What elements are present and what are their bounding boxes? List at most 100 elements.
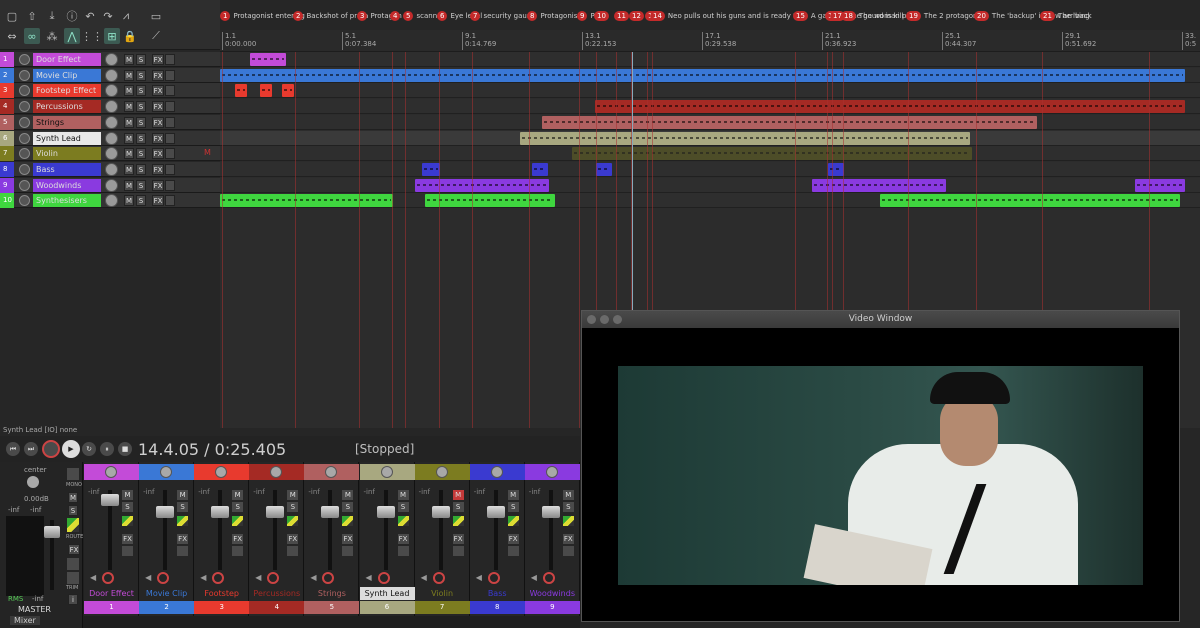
redo-icon[interactable]: ↷ — [100, 8, 116, 24]
fx-button[interactable]: FX — [152, 85, 164, 97]
pan-knob[interactable] — [545, 466, 558, 478]
auto-crossfade-icon[interactable]: ⊞ — [104, 28, 120, 44]
volume-fader[interactable] — [156, 506, 175, 518]
env-button[interactable] — [165, 69, 175, 81]
import-icon[interactable]: ⇧ — [24, 8, 40, 24]
env-button[interactable] — [452, 546, 464, 556]
track-header[interactable]: 10 Synthesisers M S FX — [0, 193, 220, 209]
record-arm-button[interactable] — [19, 163, 30, 175]
region-marker[interactable]: 7 security gaurd — [470, 10, 534, 22]
speaker-icon[interactable]: ◀ — [531, 573, 537, 582]
volume-fader[interactable] — [431, 506, 450, 518]
region-marker[interactable]: 19 The 2 protagonis — [906, 10, 983, 22]
pan-knob[interactable] — [380, 466, 393, 478]
volume-fader[interactable] — [266, 506, 285, 518]
track-header[interactable]: 5 Strings M S FX — [0, 114, 220, 130]
mute-button[interactable]: M — [124, 85, 134, 97]
record-arm-button[interactable] — [19, 54, 30, 65]
track-header[interactable]: 9 Woodwinds M S FX — [0, 177, 220, 193]
track-header[interactable]: 3 Footstep Effect M S FX — [0, 83, 220, 99]
solo-button[interactable]: S — [136, 85, 146, 97]
mute-button[interactable]: M — [124, 69, 134, 81]
master-trim-icon[interactable] — [67, 572, 79, 584]
trim-tool-icon[interactable]: ⟋ — [148, 28, 164, 44]
speaker-icon[interactable]: ◀ — [366, 573, 372, 582]
media-item[interactable] — [1135, 178, 1185, 192]
fx-button[interactable]: FX — [562, 534, 574, 544]
undo-icon[interactable]: ↶ — [82, 8, 98, 24]
mute-button[interactable]: M — [232, 490, 244, 500]
env-button[interactable] — [397, 546, 409, 556]
env-button[interactable] — [165, 195, 175, 207]
track-name[interactable]: Synth Lead — [33, 131, 101, 145]
mute-button[interactable]: M — [124, 54, 134, 65]
record-arm-button[interactable] — [19, 148, 30, 160]
record-arm-button[interactable] — [542, 572, 555, 584]
solo-button[interactable]: S — [136, 69, 146, 81]
volume-fader[interactable] — [376, 506, 395, 518]
media-item[interactable] — [235, 84, 247, 98]
solo-button[interactable]: S — [452, 502, 464, 512]
env-button[interactable] — [122, 546, 133, 556]
volume-knob[interactable] — [105, 147, 118, 161]
mute-button[interactable]: M — [124, 148, 134, 160]
metronome-icon[interactable]: ⩘ — [118, 8, 134, 24]
fx-button[interactable]: FX — [287, 534, 299, 544]
solo-button[interactable]: S — [122, 502, 133, 512]
track-lane[interactable] — [220, 114, 1200, 130]
volume-knob[interactable] — [105, 84, 118, 98]
new-file-icon[interactable]: ▢ — [4, 8, 20, 24]
volume-knob[interactable] — [105, 68, 118, 82]
region-marker[interactable]: 5 scann — [403, 10, 437, 22]
go-to-end-icon[interactable]: ⏭ — [24, 442, 38, 456]
go-to-start-icon[interactable]: ⏮ — [6, 442, 20, 456]
fx-button[interactable]: FX — [507, 534, 519, 544]
solo-button[interactable]: S — [232, 502, 244, 512]
mute-button[interactable]: M — [124, 132, 134, 144]
track-name[interactable]: Bass — [33, 162, 101, 176]
volume-knob[interactable] — [105, 53, 118, 66]
volume-knob[interactable] — [105, 162, 118, 176]
maximize-icon[interactable] — [613, 315, 622, 324]
record-arm-button[interactable] — [19, 179, 30, 191]
media-item[interactable] — [250, 53, 286, 66]
env-button[interactable] — [165, 116, 175, 128]
info-icon[interactable]: ⓘ — [64, 8, 80, 24]
timecode-display[interactable]: 14.4.05 / 0:25.405 — [138, 440, 286, 459]
volume-fader[interactable] — [101, 494, 119, 506]
mute-button[interactable]: M — [287, 490, 299, 500]
solo-button[interactable]: S — [136, 163, 146, 175]
pan-knob[interactable] — [435, 466, 448, 478]
track-name[interactable]: Movie Clip — [33, 68, 101, 82]
media-item[interactable] — [282, 84, 294, 98]
solo-button[interactable]: S — [136, 195, 146, 207]
route-icon[interactable] — [507, 516, 519, 526]
envelope-icon[interactable]: ⋀ — [64, 28, 80, 44]
ripple-icon[interactable]: ⇔ — [4, 28, 20, 44]
env-button[interactable] — [232, 546, 244, 556]
strip-name[interactable]: Synth Lead — [359, 587, 415, 600]
track-name[interactable]: Violin — [33, 147, 101, 161]
track-name[interactable]: Door Effect — [33, 53, 101, 66]
track-lane[interactable] — [220, 146, 1200, 162]
fx-button[interactable]: FX — [152, 179, 164, 191]
mute-button[interactable]: M — [562, 490, 574, 500]
solo-button[interactable]: S — [342, 502, 354, 512]
route-icon[interactable] — [452, 516, 464, 526]
master-fx-button[interactable]: FX — [68, 544, 80, 555]
mute-button[interactable]: M — [124, 163, 134, 175]
mixer-tab[interactable]: Mixer — [10, 616, 40, 625]
media-item[interactable] — [425, 194, 555, 208]
track-lane[interactable] — [220, 177, 1200, 193]
record-arm-button[interactable] — [267, 572, 280, 584]
track-lane[interactable] — [220, 67, 1200, 83]
strip-name[interactable]: Violin — [415, 587, 470, 600]
solo-button[interactable]: S — [562, 502, 574, 512]
stop-icon[interactable]: ■ — [118, 442, 132, 456]
route-icon[interactable] — [287, 516, 299, 526]
strip-name[interactable]: Bass — [470, 587, 525, 600]
record-button[interactable] — [42, 440, 60, 458]
play-button[interactable]: ▶ — [62, 440, 80, 458]
media-item[interactable] — [260, 84, 272, 98]
media-item[interactable] — [220, 68, 1185, 82]
